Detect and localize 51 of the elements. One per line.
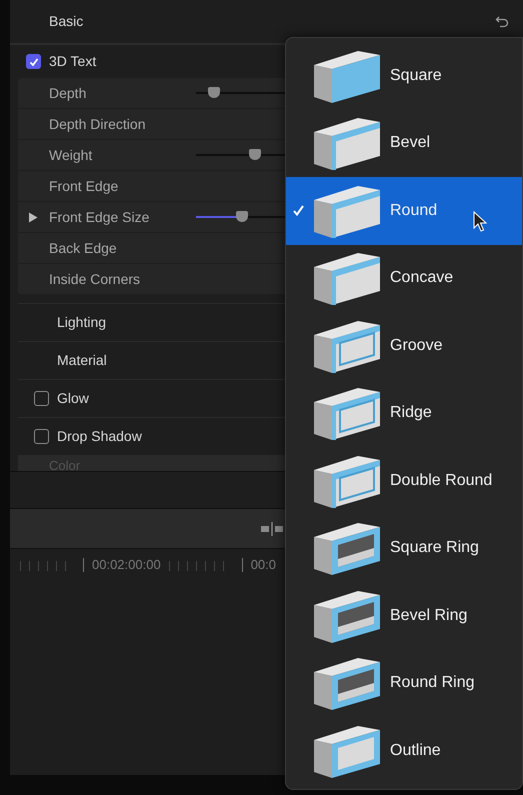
parameter-label: Depth Direction — [49, 114, 146, 134]
menu-item-label: Double Round — [390, 470, 492, 491]
menu-item-label: Ridge — [390, 403, 432, 424]
timeline-ruler-icon — [20, 558, 84, 572]
checkmark-icon — [292, 205, 304, 216]
group-label[interactable]: Material — [57, 350, 107, 371]
menu-item-label: Square — [390, 66, 442, 86]
menu-item-label: Bevel — [390, 133, 430, 154]
menu-item[interactable]: Double Round — [286, 447, 522, 514]
group-label[interactable]: Drop Shadow — [57, 426, 142, 447]
menu-item[interactable]: Ridge — [286, 380, 522, 447]
menu-item-label: Groove — [390, 336, 442, 356]
slider-thumb[interactable] — [208, 87, 220, 98]
parameter-label: Inside Corners — [49, 270, 142, 288]
menu-item[interactable]: Concave — [286, 244, 522, 312]
checkbox[interactable] — [26, 54, 41, 69]
menu-item[interactable]: Outline — [286, 717, 522, 784]
parameter-label: Back Edge — [49, 238, 118, 258]
undo-icon[interactable] — [495, 14, 509, 28]
menu-item[interactable]: Square Ring — [286, 514, 522, 582]
checkmark-icon — [28, 56, 38, 66]
cursor-icon — [473, 211, 487, 233]
menu-item-label: Round — [390, 200, 438, 221]
menu-item[interactable]: Round — [286, 177, 522, 244]
disclosure-triangle-icon[interactable] — [28, 212, 38, 222]
menu-item-label: Outline — [390, 740, 441, 761]
menu-item[interactable]: Bevel Ring — [286, 582, 522, 650]
menu-item[interactable]: Bevel — [286, 110, 522, 177]
parameter-label: Front Edge Size — [49, 208, 150, 227]
menu-item-label: Square Ring — [390, 538, 479, 558]
menu-item-label: Round Ring — [390, 673, 474, 694]
parameter-label: Depth — [49, 84, 88, 103]
clip-split-icon[interactable] — [260, 522, 284, 536]
timeline-ruler-icon — [168, 558, 243, 572]
timecode: 00:0 — [250, 556, 276, 574]
checkbox[interactable] — [34, 391, 49, 406]
section-title: Basic — [49, 12, 84, 31]
slider-thumb[interactable] — [236, 211, 248, 222]
timecode: 00:02:00:00 — [92, 556, 161, 574]
menu-item[interactable]: Square — [286, 42, 522, 110]
menu-item-label: Concave — [390, 268, 454, 288]
slider-thumb[interactable] — [248, 149, 261, 160]
checkbox[interactable] — [34, 429, 49, 444]
parameter-label: Weight — [49, 146, 94, 165]
menu-item[interactable]: Groove — [286, 312, 522, 380]
parameter-label: Front Edge — [49, 176, 120, 196]
menu-item[interactable]: Round Ring — [286, 650, 522, 717]
group-label[interactable]: Glow — [57, 388, 89, 409]
group-label[interactable]: Lighting — [57, 312, 106, 333]
checkbox-label: 3D Text — [49, 52, 96, 71]
menu-item-label: Bevel Ring — [390, 606, 468, 626]
